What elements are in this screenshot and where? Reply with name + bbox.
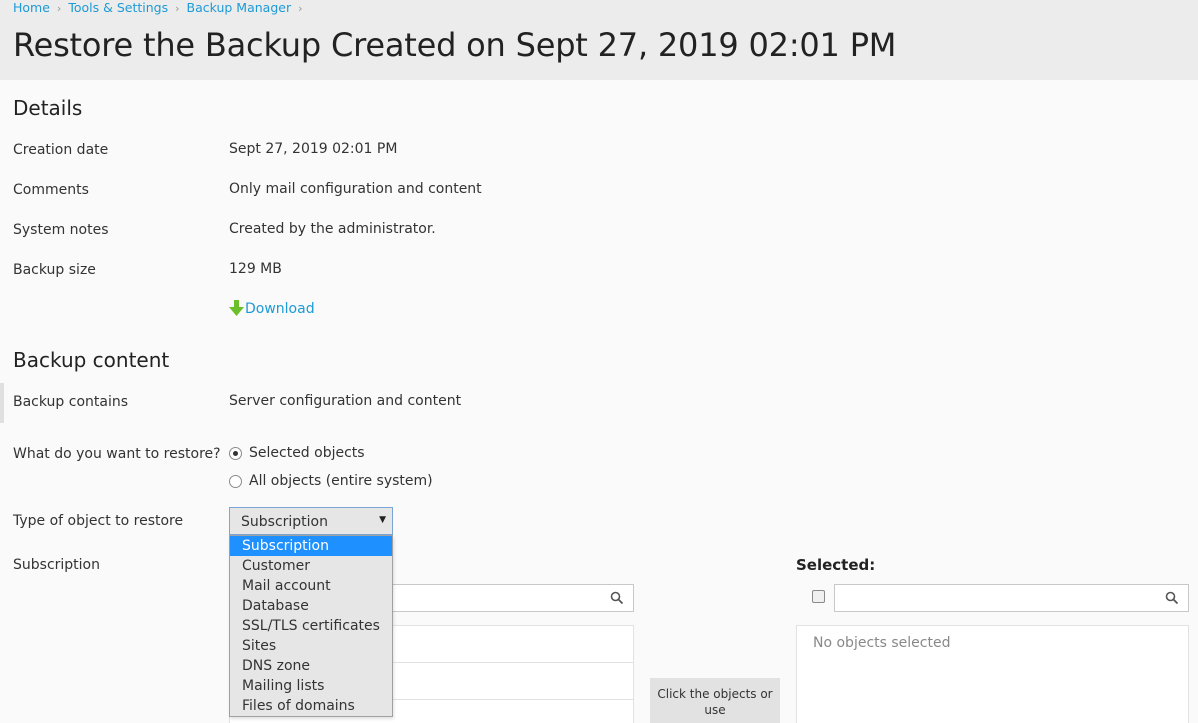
- backup-size-value: 129 MB: [229, 261, 282, 277]
- select-all-checkbox[interactable]: [812, 590, 825, 603]
- left-edge-handle: [0, 383, 4, 423]
- object-type-selected-value: Subscription: [241, 514, 328, 530]
- details-title: Details: [13, 96, 83, 120]
- object-type-label: Type of object to restore: [13, 513, 184, 529]
- radio-all-objects-label: All objects (entire system): [249, 473, 433, 489]
- chevron-right-icon: ›: [175, 2, 180, 15]
- page-header: Home › Tools & Settings › Backup Manager › Re…: [0, 0, 1198, 80]
- backup-contains-value: Server configuration and content: [229, 393, 462, 409]
- backup-content-title: Backup content: [13, 348, 170, 372]
- chevron-right-icon: ›: [298, 2, 303, 15]
- object-type-select[interactable]: Subscription ▼: [229, 507, 393, 535]
- option-ssl-tls-certificates[interactable]: SSL/TLS certificates: [230, 616, 392, 636]
- selected-search-input[interactable]: [834, 584, 1189, 612]
- option-database[interactable]: Database: [230, 596, 392, 616]
- transfer-hint: Click the objects or use: [650, 678, 780, 723]
- download-link[interactable]: Download: [229, 300, 315, 317]
- option-mail-account[interactable]: Mail account: [230, 576, 392, 596]
- option-sites[interactable]: Sites: [230, 636, 392, 656]
- subscription-label: Subscription: [13, 557, 100, 573]
- radio-button[interactable]: [229, 446, 242, 460]
- option-dns-zone[interactable]: DNS zone: [230, 656, 392, 676]
- radio-all-objects[interactable]: All objects (entire system): [229, 473, 433, 489]
- radio-selected-objects-label: Selected objects: [249, 445, 365, 461]
- search-icon: [610, 591, 624, 605]
- option-subscription[interactable]: Subscription: [230, 536, 392, 556]
- selected-title: Selected:: [796, 556, 876, 574]
- radio-button[interactable]: [229, 474, 242, 488]
- radio-selected-objects[interactable]: Selected objects: [229, 445, 365, 461]
- breadcrumb: Home › Tools & Settings › Backup Manager ›: [13, 0, 310, 15]
- search-icon: [1165, 591, 1179, 605]
- download-arrow-icon: [229, 300, 244, 316]
- page-title: Restore the Backup Created on Sept 27, 2…: [13, 26, 897, 64]
- backup-size-label: Backup size: [13, 262, 96, 278]
- breadcrumb-tools-settings[interactable]: Tools & Settings: [68, 0, 168, 15]
- selected-objects-list[interactable]: No objects selected: [796, 625, 1189, 723]
- breadcrumb-backup-manager[interactable]: Backup Manager: [187, 0, 292, 15]
- option-mailing-lists[interactable]: Mailing lists: [230, 676, 392, 696]
- object-type-dropdown[interactable]: Subscription Customer Mail account Datab…: [229, 535, 393, 717]
- backup-contains-label: Backup contains: [13, 394, 129, 410]
- option-files-of-domains[interactable]: Files of domains: [230, 696, 392, 716]
- download-label: Download: [245, 300, 315, 317]
- chevron-right-icon: ›: [56, 2, 62, 15]
- creation-date-value: Sept 27, 2019 02:01 PM: [229, 141, 398, 157]
- system-notes-value: Created by the administrator.: [229, 221, 436, 237]
- creation-date-label: Creation date: [13, 142, 109, 158]
- restore-question-label: What do you want to restore?: [13, 446, 221, 462]
- breadcrumb-home[interactable]: Home: [13, 0, 50, 15]
- no-objects-text: No objects selected: [813, 635, 951, 651]
- comments-label: Comments: [13, 182, 89, 198]
- comments-value: Only mail configuration and content: [229, 181, 482, 197]
- chevron-down-icon: ▼: [379, 515, 386, 525]
- system-notes-label: System notes: [13, 222, 109, 238]
- option-customer[interactable]: Customer: [230, 556, 392, 576]
